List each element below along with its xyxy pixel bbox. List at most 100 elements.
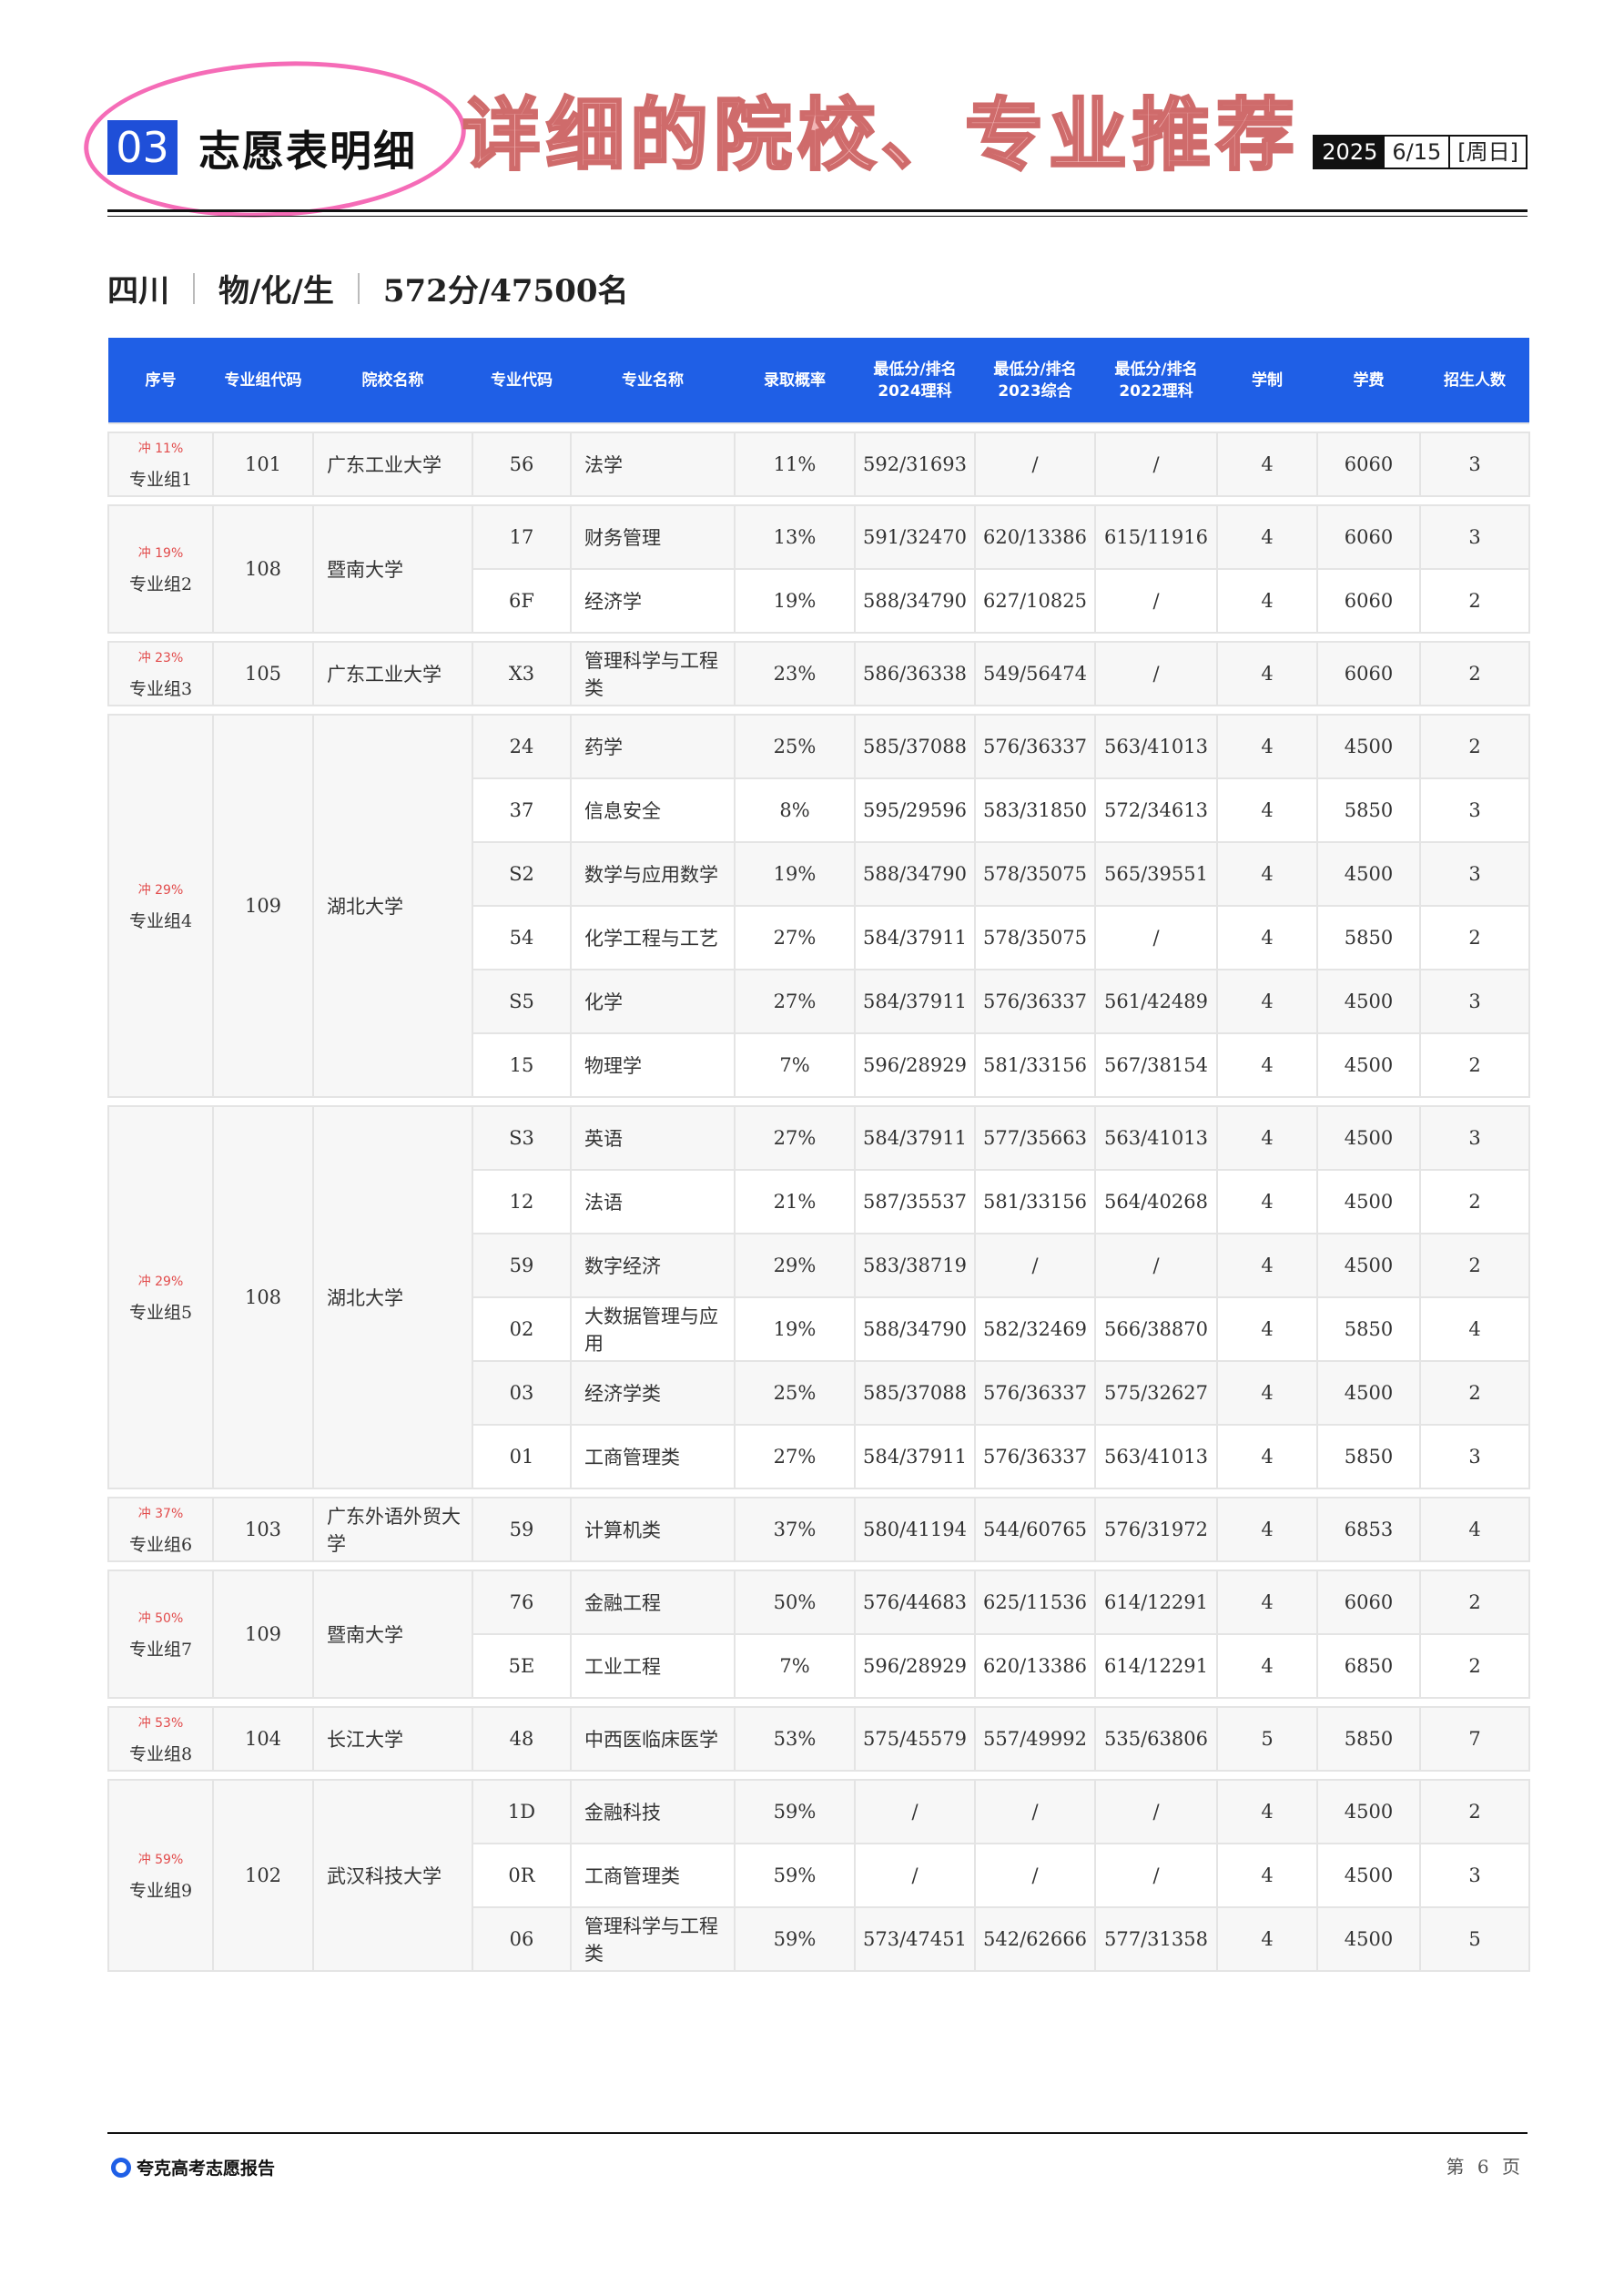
admit-probability: 59%	[734, 1843, 856, 1908]
group-label: 专业组7	[128, 1639, 193, 1660]
school-name: 暨南大学	[312, 504, 473, 634]
school-name: 长江大学	[312, 1706, 473, 1772]
major-code: 48	[472, 1706, 572, 1772]
group-label: 专业组5	[128, 1302, 193, 1323]
min-2023: 576/36337	[974, 1424, 1096, 1489]
group-spacer	[108, 1697, 1529, 1708]
admit-probability: 50%	[734, 1570, 856, 1635]
admit-probability: 21%	[734, 1169, 856, 1234]
years: 4	[1216, 1570, 1318, 1635]
date-month-day: 6/15	[1392, 139, 1442, 165]
admit-probability: 23%	[734, 641, 856, 706]
enrollment: 4	[1419, 1497, 1530, 1562]
group-spacer	[108, 1560, 1529, 1571]
spacer-cell	[108, 1560, 1529, 1571]
min-2024: 575/45579	[854, 1706, 976, 1772]
spacer-cell	[108, 495, 1529, 506]
min-2022: 561/42489	[1094, 969, 1218, 1034]
rush-badge: 冲 19%	[137, 545, 184, 561]
min-2024: 586/36338	[854, 641, 976, 706]
major-code: 6F	[472, 568, 572, 634]
admit-probability: 27%	[734, 969, 856, 1034]
major-code: 54	[472, 905, 572, 970]
years: 4	[1216, 969, 1318, 1034]
min-2023: 576/36337	[974, 969, 1096, 1034]
admit-probability: 19%	[734, 568, 856, 634]
header-rule-top	[107, 209, 1528, 212]
table-row: 冲 59% 专业组9 102 武汉科技大学 1D 金融科技 59% / //4 4500 2	[107, 1779, 1530, 1972]
major-name: 经济学类	[570, 1360, 736, 1426]
years: 4	[1216, 432, 1318, 497]
table-row: 冲 23% 专业组3 105 广东工业大学 X3 管理科学与工程类 23% 586/36338…	[107, 641, 1530, 706]
tuition: 4500	[1316, 841, 1421, 907]
major-name: 管理科学与工程类	[570, 641, 736, 706]
date-badge: 2025 6/15 [周日]	[1313, 135, 1528, 169]
min-2023: 620/13386	[974, 1633, 1096, 1699]
min-2024: /	[854, 1843, 976, 1908]
min-2024: 591/32470	[854, 504, 976, 570]
years: 4	[1216, 841, 1318, 907]
admit-probability: 7%	[734, 1032, 856, 1098]
footer-brand: 夸克高考志愿报告	[111, 2155, 275, 2179]
admit-probability: 53%	[734, 1706, 856, 1772]
enrollment: 3	[1419, 504, 1530, 570]
column-header: 最低分/排名 2024理科	[855, 338, 975, 423]
years: 4	[1216, 1360, 1318, 1426]
admit-probability: 7%	[734, 1633, 856, 1699]
tuition: 4500	[1316, 1779, 1421, 1844]
group-cell: 冲 53% 专业组8	[107, 1706, 214, 1772]
spacer-cell	[108, 1096, 1529, 1107]
table-row: 冲 29% 专业组5 108 湖北大学 S3 英语 27% 584/37911 577/3566…	[107, 1105, 1530, 1489]
tuition: 5850	[1316, 1706, 1421, 1772]
major-code: S2	[472, 841, 572, 907]
column-header: 学费	[1317, 338, 1420, 423]
tuition: 6853	[1316, 1497, 1421, 1562]
column-header: 专业组代码	[213, 338, 313, 423]
group-code: 105	[212, 641, 314, 706]
major-code: 56	[472, 432, 572, 497]
school-name: 武汉科技大学	[312, 1779, 473, 1972]
divider	[357, 272, 360, 304]
min-2023: /	[974, 1843, 1096, 1908]
min-2024: 588/34790	[854, 568, 976, 634]
min-2024: 585/37088	[854, 1360, 976, 1426]
min-2023: 542/62666	[974, 1906, 1096, 1972]
major-code: S5	[472, 969, 572, 1034]
major-name: 物理学	[570, 1032, 736, 1098]
major-code: 01	[472, 1424, 572, 1489]
page-header: 03 志愿表明细 详细的院校、专业推荐 2025 6/15 [周日]	[79, 52, 1528, 228]
admit-probability: 59%	[734, 1906, 856, 1972]
column-header: 院校名称	[313, 338, 472, 423]
enrollment: 4	[1419, 1296, 1530, 1362]
years: 4	[1216, 1843, 1318, 1908]
section-number: 03	[107, 120, 178, 175]
min-2022: 535/63806	[1094, 1706, 1218, 1772]
admit-probability: 25%	[734, 714, 856, 779]
spacer-cell	[108, 1770, 1529, 1781]
table-row: 冲 50% 专业组7 109 暨南大学 76 金融工程 50% 576/44683 625/11…	[107, 1570, 1530, 1699]
years: 4	[1216, 1497, 1318, 1562]
enrollment: 3	[1419, 432, 1530, 497]
table-row: 冲 29% 专业组4 109 湖北大学 24 药学 25% 585/37088 576/3633…	[107, 714, 1530, 1098]
group-label: 专业组6	[128, 1534, 193, 1555]
enrollment: 2	[1419, 905, 1530, 970]
major-name: 信息安全	[570, 777, 736, 843]
major-code: 15	[472, 1032, 572, 1098]
major-name: 工商管理类	[570, 1424, 736, 1489]
min-2023: 625/11536	[974, 1570, 1096, 1635]
school-name: 暨南大学	[312, 1570, 473, 1699]
min-2024: 587/35537	[854, 1169, 976, 1234]
min-2023: 627/10825	[974, 568, 1096, 634]
min-2022: 564/40268	[1094, 1169, 1218, 1234]
tuition: 4500	[1316, 714, 1421, 779]
tuition: 6060	[1316, 504, 1421, 570]
min-2022: 565/39551	[1094, 841, 1218, 907]
group-spacer	[108, 705, 1529, 716]
rush-badge: 冲 50%	[137, 1610, 184, 1626]
min-2024: 584/37911	[854, 1424, 976, 1489]
tuition: 6850	[1316, 1633, 1421, 1699]
min-2024: 595/29596	[854, 777, 976, 843]
major-code: S3	[472, 1105, 572, 1171]
enrollment: 2	[1419, 1360, 1530, 1426]
min-2023: 583/31850	[974, 777, 1096, 843]
